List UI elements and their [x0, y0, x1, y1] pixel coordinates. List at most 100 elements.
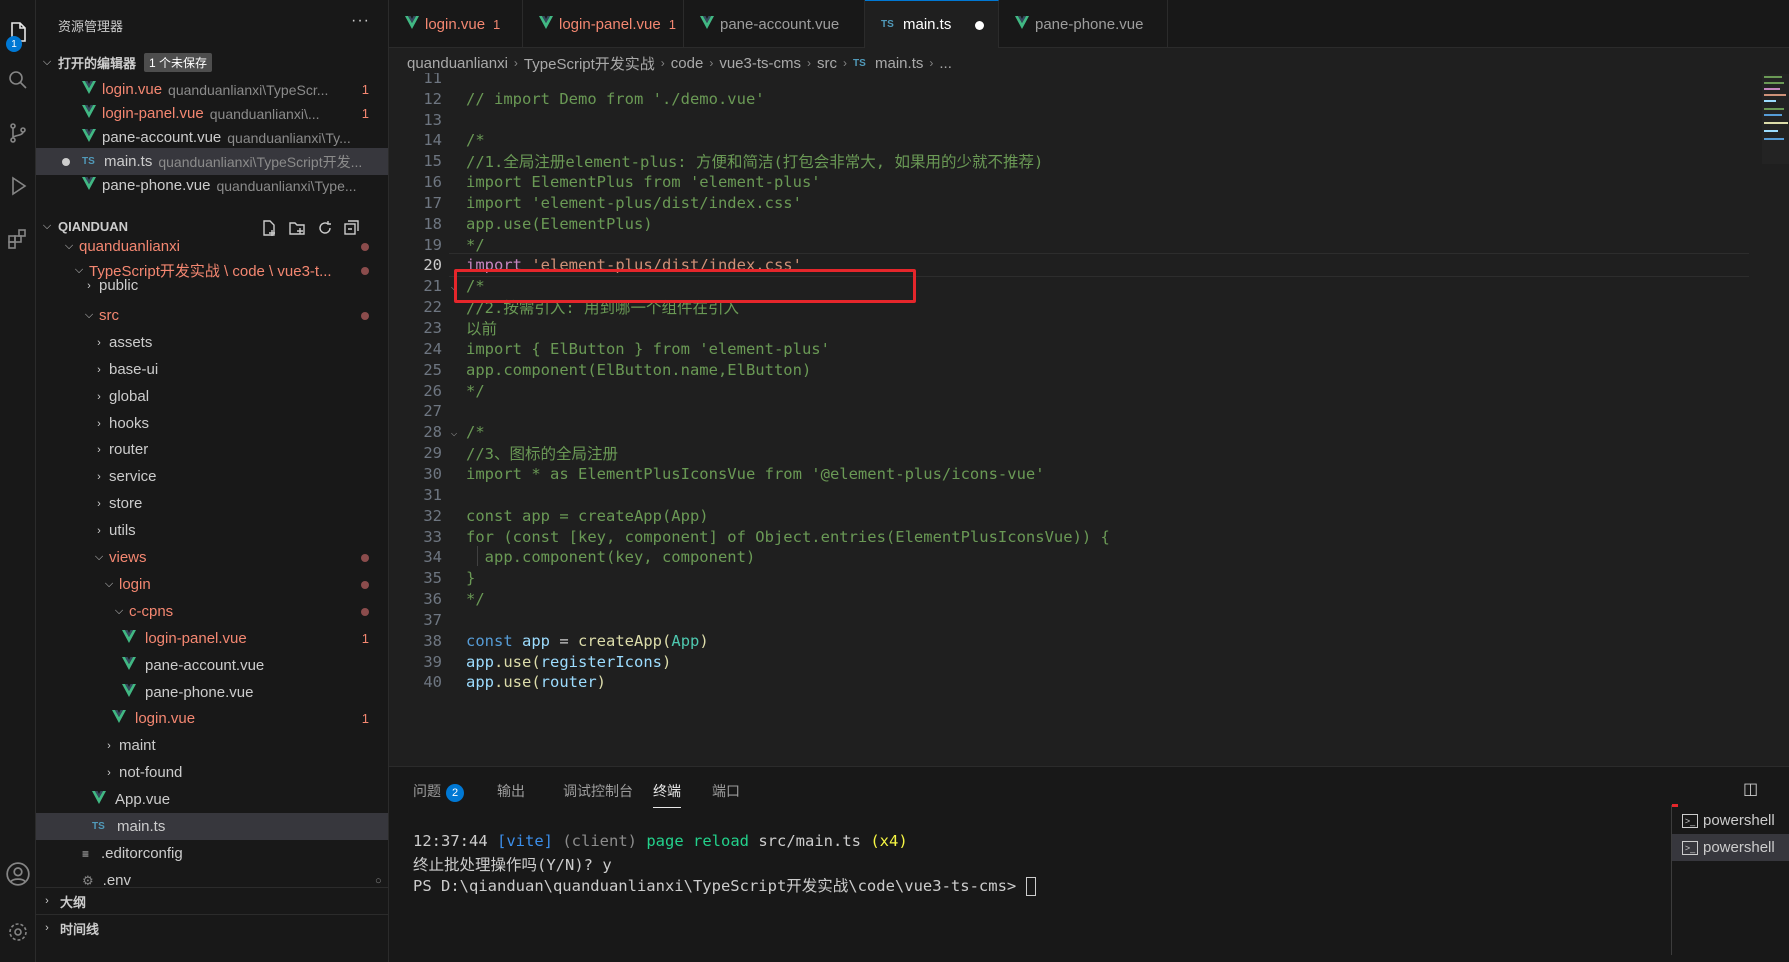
extensions-icon[interactable]: [0, 221, 36, 257]
tree-file[interactable]: TS main.ts: [36, 813, 388, 840]
explorer-sidebar: 资源管理器 ··· ⌵ 打开的编辑器 1 个未保存 login.vue quand…: [36, 0, 389, 962]
tab-login-vue[interactable]: login.vue 1: [389, 0, 523, 48]
breadcrumb-item[interactable]: vue3-ts-cms: [719, 55, 801, 72]
source-control-icon[interactable]: [0, 115, 36, 151]
tree-folder[interactable]: › router: [36, 436, 388, 463]
tree-folder[interactable]: › service: [36, 463, 388, 490]
unsaved-badge: 1 个未保存: [144, 53, 213, 72]
tree-folder[interactable]: › public: [36, 272, 388, 299]
tree-folder[interactable]: ⌵ login: [36, 571, 388, 598]
code-editor[interactable]: 11 12// import Demo from './demo.vue' 13 14…: [389, 73, 1789, 766]
tree-folder[interactable]: › base-ui: [36, 356, 388, 383]
chevron-down-icon: ⌵: [94, 551, 104, 563]
tree-item-label: c-cpns: [129, 603, 174, 620]
ts-file-icon: TS: [92, 821, 105, 832]
breadcrumb-item[interactable]: ...: [939, 55, 952, 72]
breadcrumb-item[interactable]: code: [671, 55, 704, 72]
tree-file[interactable]: login-panel.vue 1: [36, 625, 388, 652]
open-editor-item[interactable]: pane-account.vue quanduanlianxi\Ty...: [36, 124, 388, 151]
panel-tab[interactable]: 问题 2: [413, 781, 464, 802]
fold-chevron-icon[interactable]: ⌵: [442, 426, 466, 439]
panel-tab[interactable]: 调试控制台: [563, 781, 633, 801]
tree-file[interactable]: login.vue 1: [36, 705, 388, 732]
account-icon[interactable]: [0, 856, 36, 892]
breadcrumb-item[interactable]: main.ts: [875, 55, 923, 72]
open-editor-item[interactable]: pane-phone.vue quanduanlianxi\Type...: [36, 172, 388, 199]
tree-folder[interactable]: › assets: [36, 329, 388, 356]
error-count: 1: [361, 82, 369, 97]
editor-tabs: login.vue 1 login-panel.vue 1 pane-account.v…: [389, 0, 1789, 48]
open-editor-item[interactable]: login-panel.vue quanduanlianxi\... 1: [36, 100, 388, 127]
line-number: 37: [423, 610, 442, 629]
more-actions-icon[interactable]: ···: [351, 12, 370, 30]
terminal-instance-label: powershell: [1703, 812, 1775, 829]
tab-label: login.vue: [425, 15, 486, 33]
tree-folder[interactable]: › store: [36, 490, 388, 517]
modified-dot-icon[interactable]: [975, 21, 984, 30]
tree-file[interactable]: App.vue: [36, 786, 388, 813]
chevron-right-icon: ›: [107, 739, 111, 752]
terminal-instance[interactable]: >_ powershell: [1672, 834, 1789, 861]
tree-file[interactable]: pane-phone.vue: [36, 679, 388, 706]
tree-folder[interactable]: › maint: [36, 732, 388, 759]
vue-file-icon: [82, 129, 102, 146]
line-number: 24: [423, 339, 442, 358]
breadcrumb-item[interactable]: src: [817, 55, 837, 72]
breadcrumb-item[interactable]: quanduanlianxi: [407, 55, 508, 72]
modified-dot-icon: [361, 553, 369, 562]
error-count: 1: [361, 106, 369, 121]
code-line: 40 app.use(router): [389, 671, 1759, 695]
tree-folder[interactable]: ⌵ quanduanlianxi: [36, 233, 388, 260]
run-debug-icon[interactable]: [0, 168, 36, 204]
chevron-right-icon: ›: [97, 363, 101, 376]
settings-gear-icon[interactable]: [0, 914, 36, 950]
terminal-instance[interactable]: >_ powershell: [1672, 807, 1789, 834]
tab-pane-phone-vue[interactable]: pane-phone.vue: [999, 0, 1168, 48]
tree-item-label: utils: [109, 522, 136, 539]
tab-pane-account-vue[interactable]: pane-account.vue: [684, 0, 865, 48]
problems-badge: 2: [446, 784, 464, 802]
tree-file[interactable]: pane-account.vue: [36, 652, 388, 679]
tree-folder[interactable]: ⌵ src: [36, 302, 388, 329]
breadcrumb-item[interactable]: TypeScript开发实战: [524, 53, 655, 74]
chevron-right-icon: ›: [660, 56, 665, 70]
minimap[interactable]: [1762, 74, 1789, 164]
line-number: 35: [423, 569, 442, 588]
panel-tab[interactable]: 输出: [497, 781, 525, 801]
tab-main-ts[interactable]: TS main.ts: [865, 0, 999, 48]
tree-folder[interactable]: › hooks: [36, 410, 388, 437]
tree-folder[interactable]: › utils: [36, 517, 388, 544]
line-number: 30: [423, 464, 442, 483]
outline-header[interactable]: › 大纲: [36, 887, 388, 914]
line-number: 36: [423, 590, 442, 609]
tree-item-label: service: [109, 468, 157, 485]
open-editors-header[interactable]: ⌵ 打开的编辑器 1 个未保存: [36, 49, 388, 76]
search-icon[interactable]: [0, 62, 36, 98]
modified-dot-icon[interactable]: [62, 157, 70, 166]
tree-item-label: assets: [109, 334, 153, 351]
chevron-right-icon: ›: [45, 895, 49, 907]
terminal-prompt[interactable]: PS D:\qianduan\quanduanlianxi\TypeScript…: [413, 874, 1036, 896]
modified-dot-icon: [361, 311, 369, 320]
open-editor-item[interactable]: TS main.ts quanduanlianxi\TypeScript开发...: [36, 148, 388, 175]
panel-tab[interactable]: 端口: [712, 781, 740, 801]
tree-folder[interactable]: › not-found: [36, 759, 388, 786]
open-editor-item[interactable]: login.vue quanduanlianxi\TypeScr... 1: [36, 76, 388, 103]
tree-folder[interactable]: › global: [36, 383, 388, 410]
open-editor-name: login.vue: [102, 81, 163, 98]
open-editor-path: quanduanlianxi\Type...: [216, 177, 357, 194]
panel-tab[interactable]: 终端: [653, 781, 681, 808]
tree-file[interactable]: ≡ .editorconfig: [36, 840, 388, 867]
line-number: 11: [423, 73, 442, 87]
line-number: 16: [423, 173, 442, 192]
modified-dot-icon: [361, 242, 369, 251]
line-number: 12: [423, 89, 442, 108]
split-terminal-icon[interactable]: ◫: [1743, 779, 1758, 799]
tree-folder[interactable]: ⌵ views: [36, 544, 388, 571]
vue-file-icon: [122, 684, 142, 701]
timeline-header[interactable]: › 时间线: [36, 914, 388, 941]
tree-item-label: .editorconfig: [101, 845, 183, 862]
tree-folder[interactable]: ⌵ c-cpns: [36, 598, 388, 625]
tab-login-panel-vue[interactable]: login-panel.vue 1: [523, 0, 684, 48]
line-number: 31: [423, 485, 442, 504]
